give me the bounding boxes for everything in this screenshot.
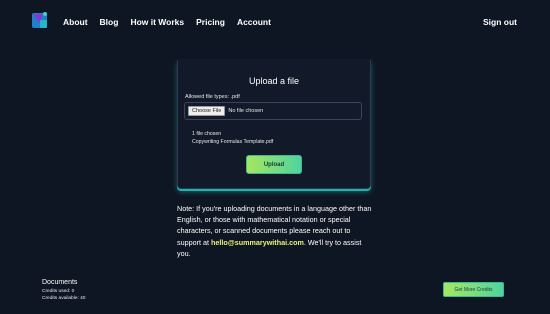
file-input[interactable]: Choose File No file chosen — [184, 102, 362, 120]
nav-account[interactable]: Account — [237, 17, 271, 27]
documents-heading: Documents — [42, 279, 78, 286]
credits-used: Credits used: 0 — [42, 289, 75, 294]
support-email-link[interactable]: hello@summarywithai.com — [211, 238, 304, 247]
sign-out-link[interactable]: Sign out — [483, 17, 517, 27]
nav-about[interactable]: About — [63, 17, 88, 27]
brand-logo-icon[interactable] — [31, 11, 49, 29]
nav-pricing[interactable]: Pricing — [196, 17, 225, 27]
nav-how-it-works[interactable]: How it Works — [130, 17, 184, 27]
credits-available: Credits available: 40 — [42, 296, 86, 301]
chosen-file-name: Copywriting Formulas Template.pdf — [192, 139, 274, 145]
upload-button[interactable]: Upload — [246, 155, 302, 174]
upload-card: Upload a file Allowed file types: .pdf C… — [177, 60, 371, 189]
no-file-chosen-label: No file chosen — [228, 108, 264, 114]
chosen-file-count: 1 file chosen — [192, 131, 222, 137]
upload-title: Upload a file — [248, 76, 300, 86]
language-note: Note: If you're uploading documents in a… — [177, 203, 375, 259]
allowed-file-types: Allowed file types: .pdf — [185, 94, 240, 100]
main-nav: About Blog How it Works Pricing Account — [63, 17, 283, 27]
choose-file-button[interactable]: Choose File — [188, 106, 226, 116]
get-more-credits-button[interactable]: Get More Credits — [443, 282, 504, 297]
nav-blog[interactable]: Blog — [100, 17, 119, 27]
